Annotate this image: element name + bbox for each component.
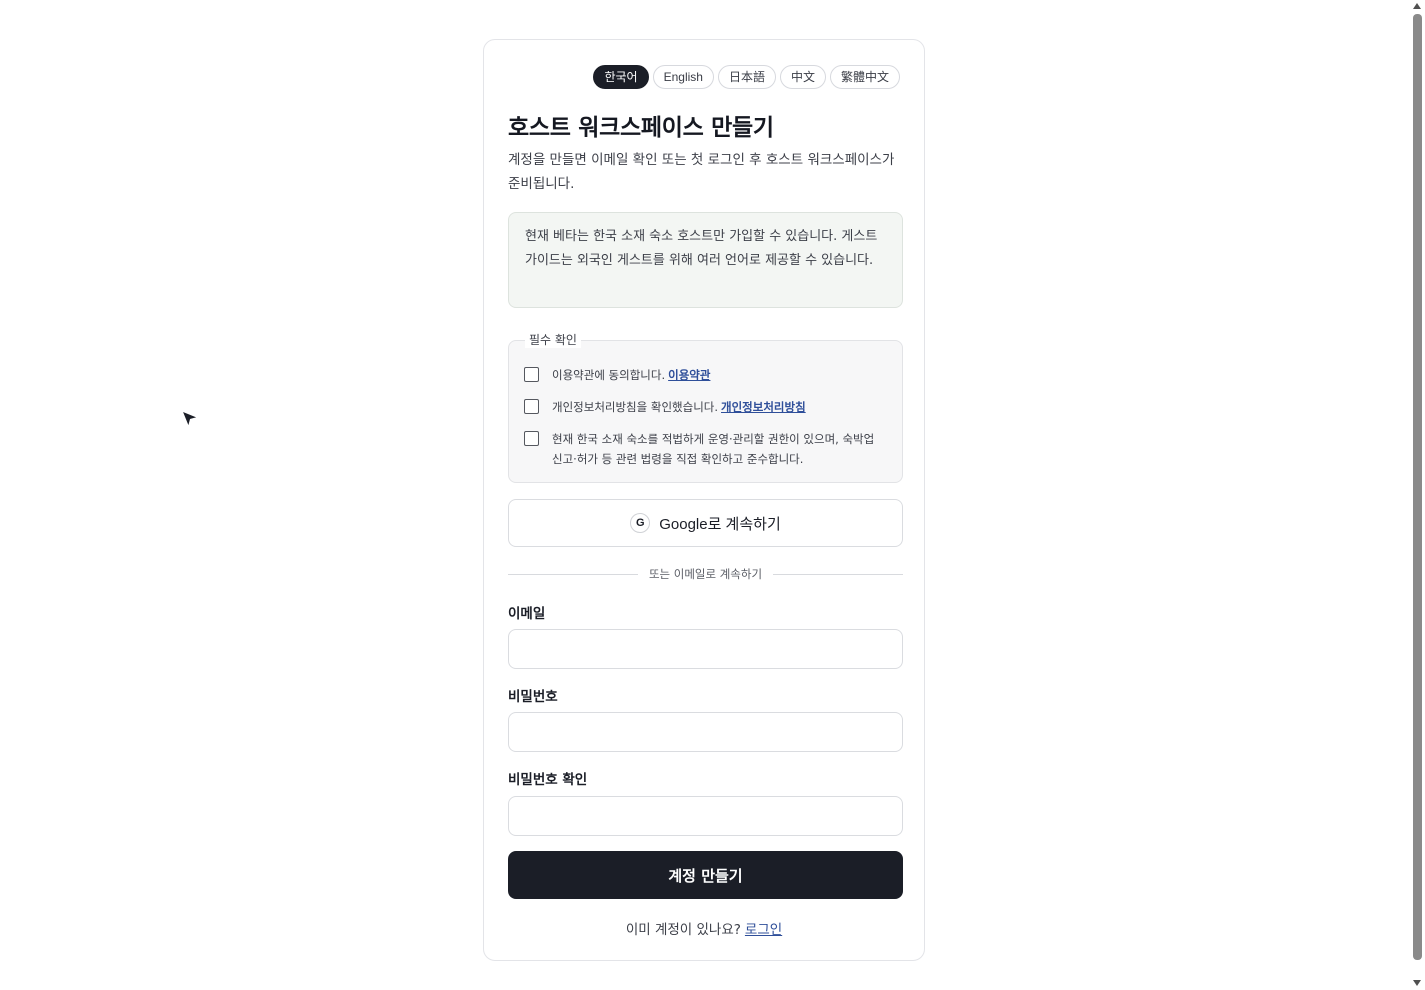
privacy-consent-label: 개인정보처리방침을 확인했습니다. xyxy=(552,400,719,414)
page-title: 호스트 워크스페이스 만들기 xyxy=(508,115,774,141)
authority-consent-row: 현재 한국 소재 숙소를 적법하게 운영·관리할 권한이 있으며, 숙박업 신고… xyxy=(524,429,884,469)
privacy-consent-row: 개인정보처리방침을 확인했습니다. 개인정보처리방침 xyxy=(524,397,884,417)
login-prompt: 이미 계정이 있나요? xyxy=(625,922,741,938)
scroll-thumb[interactable] xyxy=(1413,14,1422,960)
page-scrollbar[interactable] xyxy=(1410,0,1425,990)
lang-chinese-simplified[interactable]: 中文 xyxy=(779,65,826,89)
required-consent-group: 필수 확인 이용약관에 동의합니다. 이용약관 개인정보처리방침을 확인했습니다.… xyxy=(508,332,903,483)
login-link[interactable]: 로그인 xyxy=(745,922,782,938)
google-icon: G xyxy=(630,513,651,533)
terms-consent-row: 이용약관에 동의합니다. 이용약관 xyxy=(524,365,884,385)
lang-chinese-traditional[interactable]: 繁體中文 xyxy=(829,65,900,89)
divider-line-right xyxy=(773,573,903,575)
consent-legend: 필수 확인 xyxy=(525,332,581,348)
email-divider: 또는 이메일로 계속하기 xyxy=(508,565,903,583)
login-prompt-row: 이미 계정이 있나요? 로그인 xyxy=(484,918,924,938)
lang-korean[interactable]: 한국어 xyxy=(593,65,649,89)
google-button-label: Google로 계속하기 xyxy=(659,515,781,533)
terms-consent-text: 이용약관에 동의합니다. 이용약관 xyxy=(552,365,884,385)
terms-consent-label: 이용약관에 동의합니다. xyxy=(552,368,666,382)
terms-link[interactable]: 이용약관 xyxy=(668,368,710,382)
language-switcher: 한국어 English 日本語 中文 繁體中文 xyxy=(593,65,900,89)
mouse-pointer-icon xyxy=(181,410,199,428)
lang-japanese[interactable]: 日本語 xyxy=(717,65,776,89)
privacy-policy-link[interactable]: 개인정보처리방침 xyxy=(721,400,806,414)
password-field[interactable] xyxy=(508,712,903,752)
terms-checkbox[interactable] xyxy=(524,367,539,382)
divider-label: 또는 이메일로 계속하기 xyxy=(648,567,763,581)
divider-line-left xyxy=(508,573,638,575)
page-subtitle: 계정을 만들면 이메일 확인 또는 첫 로그인 후 호스트 워크스페이스가 준비… xyxy=(508,152,895,192)
create-account-button[interactable]: 계정 만들기 xyxy=(508,851,903,899)
scroll-up-arrow-icon[interactable] xyxy=(1413,3,1421,9)
confirm-password-label: 비밀번호 확인 xyxy=(508,772,588,788)
email-label: 이메일 xyxy=(508,606,546,622)
privacy-consent-text: 개인정보처리방침을 확인했습니다. 개인정보처리방침 xyxy=(552,397,884,417)
password-label: 비밀번호 xyxy=(508,689,558,705)
signup-card: 한국어 English 日本語 中文 繁體中文 호스트 워크스페이스 만들기 계… xyxy=(483,39,925,961)
email-field[interactable] xyxy=(508,629,903,669)
beta-notice: 현재 베타는 한국 소재 숙소 호스트만 가입할 수 있습니다. 게스트 가이드… xyxy=(508,212,903,308)
authority-checkbox[interactable] xyxy=(524,431,539,446)
google-signup-button[interactable]: G Google로 계속하기 xyxy=(508,499,903,547)
scroll-down-arrow-icon[interactable] xyxy=(1413,980,1421,986)
authority-consent-label: 현재 한국 소재 숙소를 적법하게 운영·관리할 권한이 있으며, 숙박업 신고… xyxy=(552,432,875,466)
privacy-checkbox[interactable] xyxy=(524,399,539,414)
lang-english[interactable]: English xyxy=(652,65,714,89)
confirm-password-field[interactable] xyxy=(508,796,903,836)
